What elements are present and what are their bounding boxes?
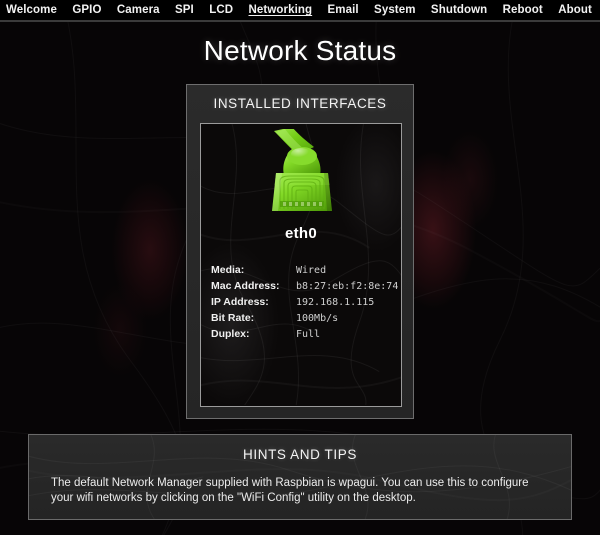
detail-row-mac-address: Mac Address: b8:27:eb:f2:8e:74 [211, 280, 401, 296]
detail-value-duplex: Full [296, 329, 321, 340]
main-navigation: Welcome GPIO Camera SPI LCD Networking E… [0, 0, 600, 22]
detail-row-ip-address: IP Address: 192.168.1.115 [211, 296, 401, 312]
hints-and-tips-header: HINTS AND TIPS [243, 447, 357, 462]
nav-item-welcome[interactable]: Welcome [4, 3, 59, 17]
installed-interfaces-header: INSTALLED INTERFACES [213, 96, 387, 111]
interface-details-list: Media: Wired Mac Address: b8:27:eb:f2:8e… [211, 264, 401, 344]
ethernet-cable-icon [272, 128, 332, 211]
interface-card: eth0 Media: Wired Mac Address: b8:27:eb:… [200, 123, 402, 407]
detail-value-media: Wired [296, 265, 327, 276]
nav-item-spi[interactable]: SPI [173, 3, 196, 17]
hints-and-tips-panel: HINTS AND TIPS The default Network Manag… [28, 434, 572, 520]
detail-row-media: Media: Wired [211, 264, 401, 280]
nav-item-reboot[interactable]: Reboot [501, 3, 545, 17]
detail-label-bit-rate: Bit Rate: [211, 312, 255, 324]
detail-label-mac-address: Mac Address: [211, 280, 280, 292]
nav-item-system[interactable]: System [372, 3, 418, 17]
nav-item-gpio[interactable]: GPIO [70, 3, 103, 17]
nav-item-camera[interactable]: Camera [115, 3, 162, 17]
detail-value-mac-address: b8:27:eb:f2:8e:74 [296, 281, 399, 292]
detail-row-duplex: Duplex: Full [211, 328, 401, 344]
nav-item-networking[interactable]: Networking [247, 3, 315, 17]
detail-row-bit-rate: Bit Rate: 100Mb/s [211, 312, 401, 328]
detail-label-duplex: Duplex: [211, 328, 250, 340]
page-title: Network Status [203, 35, 397, 66]
detail-label-ip-address: IP Address: [211, 296, 269, 308]
nav-item-shutdown[interactable]: Shutdown [429, 3, 489, 17]
nav-item-lcd[interactable]: LCD [207, 3, 235, 17]
nav-item-about[interactable]: About [556, 3, 594, 17]
detail-value-bit-rate: 100Mb/s [296, 313, 339, 324]
detail-label-media: Media: [211, 264, 245, 276]
interface-name: eth0 [284, 225, 318, 242]
detail-value-ip-address: 192.168.1.115 [296, 297, 375, 308]
installed-interfaces-panel: INSTALLED INTERFACES eth0 Media: Wired M… [186, 84, 414, 419]
nav-item-email[interactable]: Email [326, 3, 361, 17]
interface-icon-wrapper [201, 126, 401, 221]
hints-and-tips-text: The default Network Manager supplied wit… [51, 477, 529, 504]
